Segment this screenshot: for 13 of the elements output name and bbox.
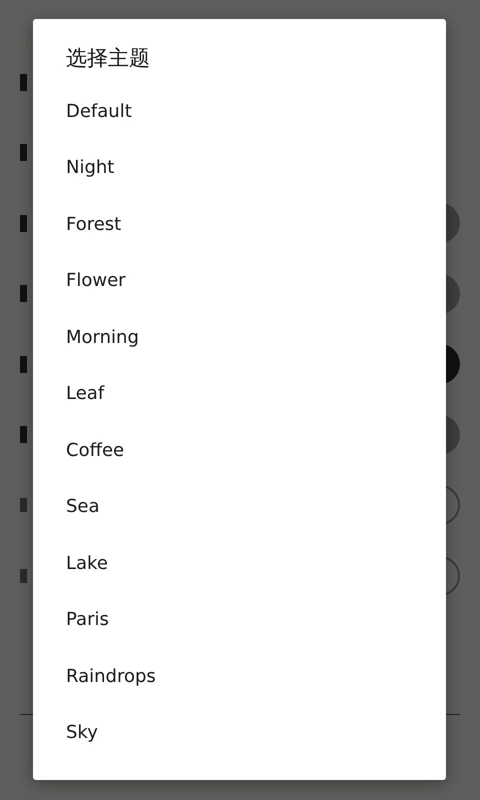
theme-option[interactable]: Flower — [33, 252, 446, 309]
theme-option[interactable]: Forest — [33, 196, 446, 252]
theme-option[interactable]: Raindrops — [33, 648, 446, 704]
theme-option[interactable]: Lake — [33, 535, 446, 592]
theme-option[interactable]: Coffee — [33, 422, 446, 478]
theme-option[interactable]: Paris — [33, 592, 446, 648]
theme-option[interactable]: Sea — [33, 478, 446, 535]
dialog-title: 选择主题 — [65, 45, 151, 72]
theme-option[interactable]: Leaf — [33, 366, 446, 422]
theme-option[interactable]: Night — [33, 140, 446, 196]
theme-option[interactable]: Morning — [33, 309, 446, 366]
theme-option[interactable]: Sky — [33, 704, 446, 761]
theme-option[interactable]: Default — [33, 83, 446, 140]
